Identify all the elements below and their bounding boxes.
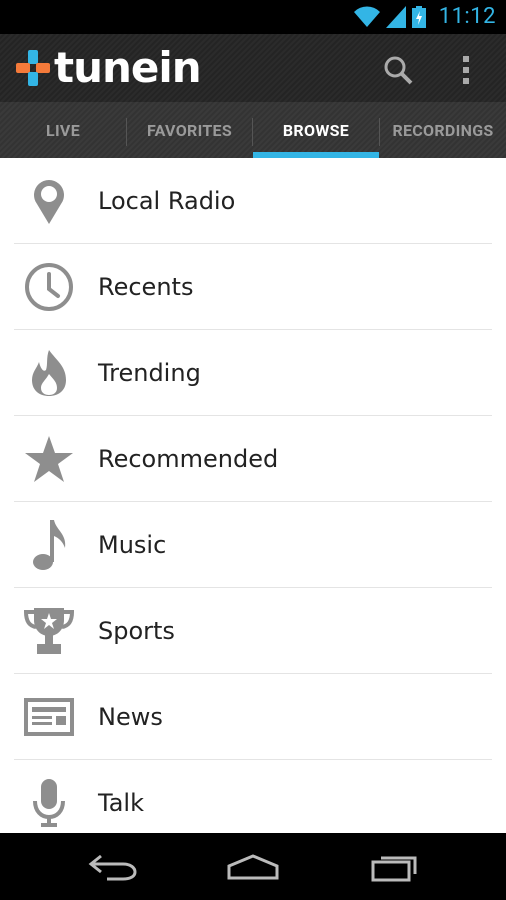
clock-icon xyxy=(25,262,73,311)
list-item-label: Recents xyxy=(98,272,194,301)
app-logo[interactable]: tunein xyxy=(16,43,202,92)
newspaper-icon xyxy=(24,697,74,736)
list-item-label: Recommended xyxy=(98,444,279,473)
tab-recordings-label: RECORDINGS xyxy=(392,120,494,140)
microphone-icon xyxy=(33,778,65,827)
more-vert-icon xyxy=(463,56,469,84)
list-item-label: Trending xyxy=(98,358,201,387)
tab-bar: LIVE FAVORITES BROWSE RECORDINGS xyxy=(0,102,506,158)
status-icons xyxy=(354,6,426,28)
logo-text: tunein xyxy=(54,43,202,92)
action-bar: tunein xyxy=(0,34,506,102)
list-item-news[interactable]: News xyxy=(14,674,492,760)
star-icon xyxy=(25,435,73,482)
list-item-recommended[interactable]: Recommended xyxy=(14,416,492,502)
list-item-talk[interactable]: Talk xyxy=(14,760,492,833)
system-navigation-bar xyxy=(0,833,506,900)
tab-live[interactable]: LIVE xyxy=(0,102,126,158)
tab-recordings[interactable]: RECORDINGS xyxy=(380,102,506,158)
status-time: 11:12 xyxy=(438,4,496,29)
recent-apps-button[interactable] xyxy=(364,847,424,887)
status-bar: 11:12 xyxy=(0,0,506,34)
list-item-label: Talk xyxy=(98,788,144,817)
trophy-icon xyxy=(24,607,74,654)
list-item-music[interactable]: Music xyxy=(14,502,492,588)
list-item-recents[interactable]: Recents xyxy=(14,244,492,330)
overflow-menu-button[interactable] xyxy=(448,52,484,88)
tab-browse-label: BROWSE xyxy=(282,120,350,140)
tab-favorites[interactable]: FAVORITES xyxy=(127,102,252,158)
tab-browse[interactable]: BROWSE xyxy=(253,102,379,158)
search-icon xyxy=(384,56,413,85)
browse-list: Local Radio Recents Trending Recommended xyxy=(0,158,506,833)
list-item-local-radio[interactable]: Local Radio xyxy=(14,158,492,244)
search-button[interactable] xyxy=(380,52,416,88)
wifi-icon xyxy=(354,6,380,28)
home-button[interactable] xyxy=(223,847,283,887)
tunein-plus-icon xyxy=(16,50,50,86)
battery-charging-icon xyxy=(412,6,426,28)
music-note-icon xyxy=(33,519,66,570)
tab-live-label: LIVE xyxy=(46,120,80,140)
location-pin-icon xyxy=(34,179,64,224)
back-icon xyxy=(88,854,137,881)
signal-icon xyxy=(386,6,406,28)
back-button[interactable] xyxy=(82,847,142,887)
list-item-trending[interactable]: Trending xyxy=(14,330,492,416)
list-item-label: News xyxy=(98,702,163,731)
recent-apps-icon xyxy=(371,856,417,882)
flame-icon xyxy=(32,349,66,396)
list-item-label: Sports xyxy=(98,616,175,645)
list-item-sports[interactable]: Sports xyxy=(14,588,492,674)
list-item-label: Music xyxy=(98,530,167,559)
home-icon xyxy=(227,854,279,880)
list-item-label: Local Radio xyxy=(98,186,236,215)
tab-favorites-label: FAVORITES xyxy=(146,120,232,140)
